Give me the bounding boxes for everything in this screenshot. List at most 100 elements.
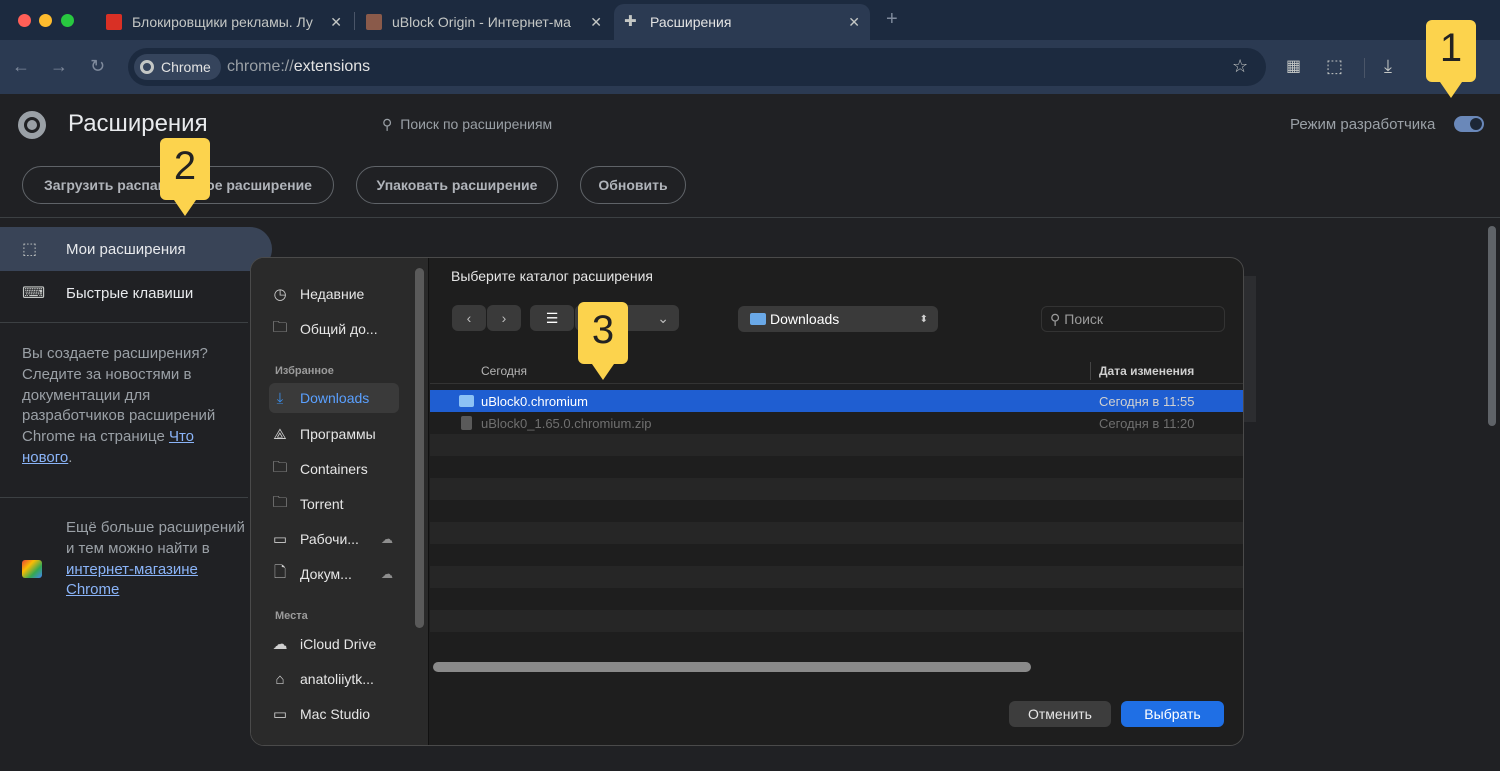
dialog-sidebar-scrollbar[interactable] bbox=[415, 268, 424, 628]
page-favicon-icon bbox=[106, 14, 122, 30]
tab-extensions[interactable]: ✚ Расширения ✕ bbox=[614, 4, 870, 40]
chevron-left-icon: ‹ bbox=[466, 310, 472, 326]
puzzle-icon: ⬚ bbox=[22, 241, 38, 258]
folder-icon bbox=[750, 313, 766, 325]
tab-ad-blockers[interactable]: Блокировщики рекламы. Лу ✕ bbox=[96, 4, 352, 40]
places-heading: Места bbox=[275, 610, 308, 622]
close-window-button[interactable] bbox=[18, 14, 31, 27]
row-stripe bbox=[430, 566, 1243, 588]
applications-icon: ⟁ bbox=[273, 425, 287, 443]
sidebar-item-applications[interactable]: ⟁ Программы bbox=[269, 419, 401, 449]
download-icon: ⤓ bbox=[276, 389, 284, 407]
sidebar-item-documents[interactable]: 🗋 Докум... ☁ bbox=[269, 559, 393, 589]
sidebar-item-recents[interactable]: ◷ Недавние bbox=[269, 279, 401, 309]
extensions-puzzle-icon[interactable]: ⬚ bbox=[1326, 56, 1343, 77]
tab-ublock-store[interactable]: uBlock Origin - Интернет-ма ✕ bbox=[356, 4, 612, 40]
store-favicon-icon bbox=[366, 14, 382, 30]
icloud-status-icon: ☁ bbox=[381, 532, 393, 546]
document-icon: 🗋 bbox=[273, 563, 287, 581]
updown-icon: ⬍ bbox=[919, 313, 928, 325]
file-picker-dialog: ◷ Недавние 🗀 Общий до... Избранное ⤓ Downlo… bbox=[250, 257, 1244, 746]
chrome-icon bbox=[140, 60, 154, 74]
sidebar-item-shared[interactable]: 🗀 Общий до... bbox=[269, 314, 401, 344]
back-button[interactable]: ‹ bbox=[452, 305, 486, 331]
minimize-window-button[interactable] bbox=[39, 14, 52, 27]
name-column-header[interactable]: Сегодня bbox=[481, 364, 527, 378]
list-icon: ☰ bbox=[545, 309, 559, 326]
folder-icon: 🗀 bbox=[272, 493, 288, 511]
sidebar-item-home[interactable]: ⌂ anatoliiytk... bbox=[269, 664, 401, 694]
computer-icon: ▭ bbox=[272, 706, 288, 723]
search-icon: ⚲ bbox=[1050, 310, 1061, 327]
file-list: uBlock0.chromium Сегодня в 11:55 uBlock0… bbox=[430, 390, 1243, 670]
forward-button[interactable]: › bbox=[487, 305, 521, 331]
home-icon: ⌂ bbox=[275, 670, 285, 688]
folder-icon: 🗀 bbox=[272, 458, 288, 476]
zip-file-icon bbox=[461, 416, 472, 430]
download-icon[interactable]: ⤓ bbox=[1384, 56, 1392, 77]
favorites-heading: Избранное bbox=[275, 365, 334, 377]
row-stripe bbox=[430, 434, 1243, 456]
file-row[interactable]: uBlock0.chromium Сегодня в 11:55 bbox=[430, 390, 1243, 412]
sidebar-item-computer[interactable]: ▭ Mac Studio bbox=[269, 699, 401, 729]
extension-card-edge bbox=[1244, 276, 1256, 422]
shared-folder-icon: 🗀 bbox=[272, 318, 288, 336]
row-stripe bbox=[430, 522, 1243, 544]
icloud-status-icon: ☁ bbox=[381, 567, 393, 581]
update-button[interactable]: Обновить bbox=[580, 166, 686, 204]
sidebar-divider bbox=[0, 322, 248, 323]
date-column-header[interactable]: Дата изменения bbox=[1099, 364, 1194, 378]
cloud-icon: ☁ bbox=[272, 636, 288, 653]
dev-mode-label: Режим разработчика bbox=[1290, 116, 1436, 133]
close-tab-icon[interactable]: ✕ bbox=[330, 14, 342, 31]
toolbar-divider bbox=[1364, 58, 1365, 78]
bookmark-star-icon[interactable]: ☆ bbox=[1232, 56, 1248, 77]
sidebar-item-icloud[interactable]: ☁ iCloud Drive bbox=[269, 629, 401, 659]
choose-button[interactable]: Выбрать bbox=[1121, 701, 1224, 727]
sidebar-item-downloads[interactable]: ⤓ Downloads bbox=[269, 383, 399, 413]
file-row[interactable]: uBlock0_1.65.0.chromium.zip Сегодня в 11… bbox=[430, 412, 1243, 434]
zoom-window-button[interactable] bbox=[61, 14, 74, 27]
horizontal-scrollbar[interactable] bbox=[433, 662, 1031, 672]
dialog-search-input[interactable]: ⚲ Поиск bbox=[1041, 306, 1225, 332]
folder-icon bbox=[459, 395, 474, 407]
keyboard-icon: ⌨ bbox=[22, 285, 46, 302]
webstore-link[interactable]: интернет-магазине Chrome bbox=[66, 561, 198, 599]
sidebar-item-my-extensions[interactable]: ⬚ Мои расширения bbox=[0, 227, 272, 271]
desktop-icon: ▭ bbox=[272, 531, 288, 548]
extensions-search-input[interactable]: ⚲ Поиск по расширениям bbox=[370, 106, 1130, 142]
ublock-extension-icon[interactable]: ▦ bbox=[1286, 56, 1301, 76]
dev-mode-toggle[interactable] bbox=[1454, 116, 1484, 132]
sidebar-item-containers[interactable]: 🗀 Containers bbox=[269, 454, 401, 484]
sidebar-divider bbox=[0, 497, 248, 498]
sidebar-item-desktop[interactable]: ▭ Рабочи... ☁ bbox=[269, 524, 393, 554]
puzzle-icon: ✚ bbox=[624, 13, 637, 30]
callout-badge: 3 bbox=[578, 302, 628, 380]
location-popup[interactable]: Downloads ⬍ bbox=[738, 306, 938, 332]
file-list-header: Сегодня Дата изменения bbox=[430, 358, 1243, 384]
url-text[interactable]: chrome://extensions bbox=[227, 58, 370, 76]
chrome-logo-icon bbox=[18, 111, 46, 139]
tab-separator bbox=[354, 12, 355, 30]
back-icon[interactable]: ← bbox=[12, 56, 30, 77]
chevron-down-icon: ⌄ bbox=[657, 309, 669, 326]
chevron-right-icon: › bbox=[501, 310, 507, 326]
dev-news-text: Вы создаете расширения? Следите за новос… bbox=[22, 345, 216, 466]
new-tab-button[interactable]: + bbox=[886, 8, 898, 31]
row-stripe bbox=[430, 478, 1243, 500]
close-tab-icon[interactable]: ✕ bbox=[848, 14, 860, 31]
close-tab-icon[interactable]: ✕ bbox=[590, 14, 602, 31]
pack-extension-button[interactable]: Упаковать расширение bbox=[356, 166, 558, 204]
search-icon: ⚲ bbox=[382, 115, 393, 132]
cancel-button[interactable]: Отменить bbox=[1009, 701, 1111, 727]
site-info-chip[interactable]: Chrome bbox=[134, 54, 221, 80]
dialog-title: Выберите каталог расширения bbox=[451, 268, 653, 284]
forward-icon[interactable]: → bbox=[50, 56, 68, 77]
reload-icon[interactable]: ↻ bbox=[90, 56, 105, 77]
sidebar-item-shortcuts[interactable]: ⌨ Быстрые клавиши bbox=[0, 271, 272, 315]
webstore-icon bbox=[22, 560, 42, 578]
page-title: Расширения bbox=[68, 110, 208, 137]
sidebar-item-torrent[interactable]: 🗀 Torrent bbox=[269, 489, 401, 519]
list-view-button[interactable]: ☰ bbox=[530, 305, 574, 331]
page-scrollbar[interactable] bbox=[1488, 226, 1496, 426]
